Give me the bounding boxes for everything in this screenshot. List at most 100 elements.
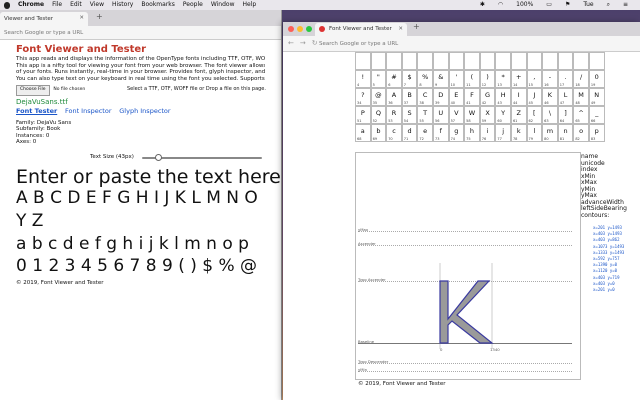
text-size-slider[interactable]	[142, 154, 262, 161]
glyph-cell[interactable]: J 45	[526, 88, 543, 106]
glyph-cell[interactable]: I 44	[510, 88, 527, 106]
glyph-cell[interactable]: E 40	[448, 88, 465, 106]
glyph-cell[interactable]: , 15	[526, 70, 543, 88]
glyph-cell[interactable]: (11	[464, 70, 480, 88]
tab-font-inspector[interactable]: Font Inspector	[65, 107, 112, 115]
glyph-cell[interactable]	[495, 52, 511, 70]
glyph-cell[interactable]: i 76	[479, 124, 496, 142]
glyph-cell[interactable]: $7	[401, 70, 418, 88]
sample-text-line[interactable]: Enter or paste the text here	[16, 166, 281, 188]
clock-day[interactable]: Tue	[583, 0, 593, 10]
glyph-cell[interactable]: H 43	[495, 88, 511, 106]
tab-glyph-inspector[interactable]: Glyph Inspector	[119, 107, 170, 115]
forward-arrow-icon[interactable]: →	[300, 39, 306, 47]
glyph-cell[interactable]: 0 19	[588, 70, 605, 88]
glyph-cell[interactable]: e 72	[417, 124, 433, 142]
glyph-cell[interactable]: \ 63	[542, 106, 558, 124]
glyph-cell[interactable]: l 79	[526, 124, 543, 142]
menu-window[interactable]: Window	[211, 0, 235, 10]
search-icon[interactable]: ⌕	[607, 0, 610, 10]
glyph-cell[interactable]: ! 4	[355, 70, 371, 88]
glyph-cell[interactable]: h 75	[464, 124, 480, 142]
glyph-cell[interactable]: X 59	[479, 106, 496, 124]
glyph-cell[interactable]: D 39	[432, 88, 449, 106]
glyph-cell[interactable]: d 71	[401, 124, 418, 142]
glyph-cell[interactable]: b 69	[370, 124, 387, 142]
glyph-cell[interactable]: ] 64	[557, 106, 574, 124]
glyph-cell[interactable]: Y 60	[495, 106, 511, 124]
glyph-cell[interactable]: G 42	[479, 88, 496, 106]
glyph-cell[interactable]: A 36	[386, 88, 402, 106]
glyph-cell[interactable]: M 48	[573, 88, 589, 106]
new-tab-icon[interactable]: +	[96, 12, 103, 21]
bluetooth-icon[interactable]: ✱	[480, 0, 485, 10]
tab-font-tester[interactable]: Font Tester	[16, 107, 57, 115]
close-tab-icon[interactable]: ✕	[79, 15, 84, 21]
glyph-cell[interactable]: % 8	[417, 70, 433, 88]
glyph-cell[interactable]: & 9	[432, 70, 449, 88]
glyph-cell[interactable]: L 47	[557, 88, 574, 106]
browser-tab[interactable]: Font Viewer and Tester ✕	[315, 23, 407, 36]
glyph-cell[interactable]: k 78	[510, 124, 527, 142]
glyph-cell[interactable]: R 53	[386, 106, 402, 124]
glyph-cell[interactable]: f 73	[432, 124, 449, 142]
glyph-cell[interactable]	[526, 52, 543, 70]
glyph-cell[interactable]: m 80	[542, 124, 558, 142]
glyph-cell[interactable]: o 82	[573, 124, 589, 142]
glyph-cell[interactable]	[401, 52, 418, 70]
menu-history[interactable]: History	[112, 0, 133, 10]
menu-list-icon[interactable]: ≡	[623, 0, 628, 10]
glyph-cell[interactable]: Z 61	[510, 106, 527, 124]
glyph-cell[interactable]	[432, 52, 449, 70]
glyph-cell[interactable]	[542, 52, 558, 70]
glyph-cell[interactable]	[573, 52, 589, 70]
menu-file[interactable]: File	[52, 0, 62, 10]
glyph-cell[interactable]: c 70	[386, 124, 402, 142]
glyph-cell[interactable]: F 41	[464, 88, 480, 106]
glyph-cell[interactable]: " 5	[370, 70, 387, 88]
back-arrow-icon[interactable]: ←	[288, 39, 294, 47]
glyph-cell[interactable]: N 49	[588, 88, 605, 106]
glyph-cell[interactable]: n 81	[557, 124, 574, 142]
glyph-cell[interactable]: ? 34	[355, 88, 371, 106]
glyph-cell[interactable]: p 83	[588, 124, 605, 142]
glyph-cell[interactable]: W 58	[464, 106, 480, 124]
glyph-cell[interactable]: Q 52	[370, 106, 387, 124]
address-placeholder[interactable]: Search Google or type a URL	[319, 41, 398, 47]
glyph-cell[interactable]: C 38	[417, 88, 433, 106]
menu-view[interactable]: View	[90, 0, 104, 10]
glyph-cell[interactable]: j 77	[495, 124, 511, 142]
reload-icon[interactable]: ↻	[312, 39, 318, 47]
menu-people[interactable]: People	[183, 0, 203, 10]
browser-tab[interactable]: Viewer and Tester ✕	[0, 12, 88, 26]
glyph-cell[interactable]: [62	[526, 106, 543, 124]
battery-icon[interactable]: ▭	[546, 0, 552, 10]
glyph-cell[interactable]: S 54	[401, 106, 418, 124]
menu-bookmarks[interactable]: Bookmarks	[141, 0, 175, 10]
slider-knob[interactable]	[154, 154, 162, 161]
glyph-cell[interactable]	[355, 52, 371, 70]
glyph-cell[interactable]	[588, 52, 605, 70]
glyph-cell[interactable]: ^ 65	[573, 106, 589, 124]
minimize-window-icon[interactable]	[297, 26, 303, 32]
glyph-cell[interactable]: /18	[573, 70, 589, 88]
glyph-cell[interactable]	[510, 52, 527, 70]
address-bar[interactable]: Search Google or type a URL	[0, 26, 281, 40]
close-window-icon[interactable]	[288, 26, 294, 32]
glyph-cell[interactable]: g 74	[448, 124, 465, 142]
glyph-cell[interactable]: . 17	[557, 70, 574, 88]
glyph-cell[interactable]	[479, 52, 496, 70]
glyph-cell[interactable]: ' 10	[448, 70, 465, 88]
apple-icon[interactable]	[4, 1, 10, 9]
glyph-cell[interactable]: * 13	[495, 70, 511, 88]
flag-icon[interactable]: ⚑	[565, 0, 570, 10]
glyph-cell[interactable]: _ 66	[588, 106, 605, 124]
wifi-icon[interactable]: ◠	[498, 0, 503, 10]
menu-help[interactable]: Help	[243, 0, 257, 10]
new-tab-icon[interactable]: +	[413, 22, 420, 31]
glyph-cell[interactable]: - 16	[542, 70, 558, 88]
glyph-cell[interactable]: B 37	[401, 88, 418, 106]
glyph-cell[interactable]: K 46	[542, 88, 558, 106]
sample-text-line[interactable]: Y Z	[16, 211, 43, 231]
sample-text-line[interactable]: 0 1 2 3 4 5 6 7 8 9 ( ) $ % @	[16, 256, 257, 276]
